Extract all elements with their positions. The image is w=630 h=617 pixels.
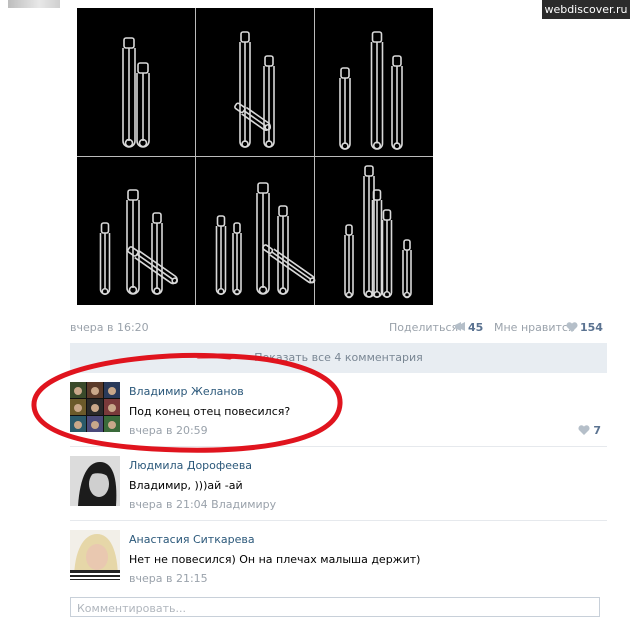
heart-icon[interactable] (566, 322, 578, 335)
comment-avatar[interactable] (70, 530, 120, 580)
safety-pin-shape (151, 212, 163, 295)
share-button[interactable]: Поделиться (389, 321, 458, 334)
divider (70, 446, 607, 447)
share-count: 45 (468, 321, 484, 334)
safety-pin-shape (126, 189, 140, 295)
safety-pin-shape (339, 67, 351, 150)
safety-pin-shape (391, 55, 403, 150)
comment-likes[interactable]: 7 (577, 424, 601, 437)
safety-pin-shape (277, 205, 289, 295)
comment-date[interactable]: вчера в 21:04 (129, 498, 208, 511)
comment: Людмила Дорофеева Владимир, )))ай -ай вч… (70, 456, 607, 511)
safety-pin-shape (99, 222, 111, 296)
safety-pin-shape (256, 182, 270, 295)
comment-like-count: 7 (593, 424, 601, 437)
safety-pin-shape (381, 209, 393, 299)
post-photo[interactable] (77, 8, 433, 305)
comment-author[interactable]: Людмила Дорофеева (129, 459, 252, 472)
safety-pin-shape (239, 31, 251, 148)
comment-avatar[interactable] (70, 456, 120, 506)
safety-pin-shape (402, 239, 412, 299)
comment-text: Нет не повесился) Он на плечах малыша де… (129, 553, 421, 566)
heart-icon (577, 425, 590, 435)
comment-avatar[interactable] (70, 382, 120, 432)
megaphone-icon (454, 321, 467, 335)
previous-post-avatar[interactable] (8, 0, 60, 8)
safety-pin-shape (215, 215, 227, 296)
safety-pin-shape (136, 62, 150, 148)
divider (70, 520, 607, 521)
comment-text: Под конец отец повесился? (129, 405, 291, 418)
comment-input[interactable]: Комментировать... (70, 597, 600, 617)
show-all-comments-button[interactable]: Показать все 4 комментария (70, 343, 607, 373)
comment-author[interactable]: Анастасия Ситкарева (129, 533, 255, 546)
post-date[interactable]: вчера в 16:20 (70, 321, 149, 334)
comment-text: Владимир, )))ай -ай (129, 479, 243, 492)
like-button[interactable]: Мне нравится (494, 321, 575, 334)
comment-date-line: вчера в 21:04 Владимиру (129, 498, 276, 511)
comment-date[interactable]: вчера в 21:15 (129, 572, 208, 585)
comment: Владимир Желанов Под конец отец повесилс… (70, 382, 607, 437)
safety-pin-shape (232, 222, 242, 296)
safety-pin-shape (370, 31, 384, 150)
safety-pin-shape (344, 224, 354, 299)
comment: Анастасия Ситкарева Нет не повесился) Он… (70, 530, 607, 585)
reply-to-link[interactable]: Владимиру (211, 498, 276, 511)
safety-pin-shape (122, 37, 136, 148)
post-meta: вчера в 16:20 Поделиться 45 Мне нравится… (70, 321, 604, 335)
like-count: 154 (580, 321, 603, 334)
comment-date[interactable]: вчера в 20:59 (129, 424, 208, 437)
comment-author[interactable]: Владимир Желанов (129, 385, 244, 398)
safety-pin-shape (263, 55, 275, 148)
watermark: webdiscover.ru (542, 0, 630, 19)
